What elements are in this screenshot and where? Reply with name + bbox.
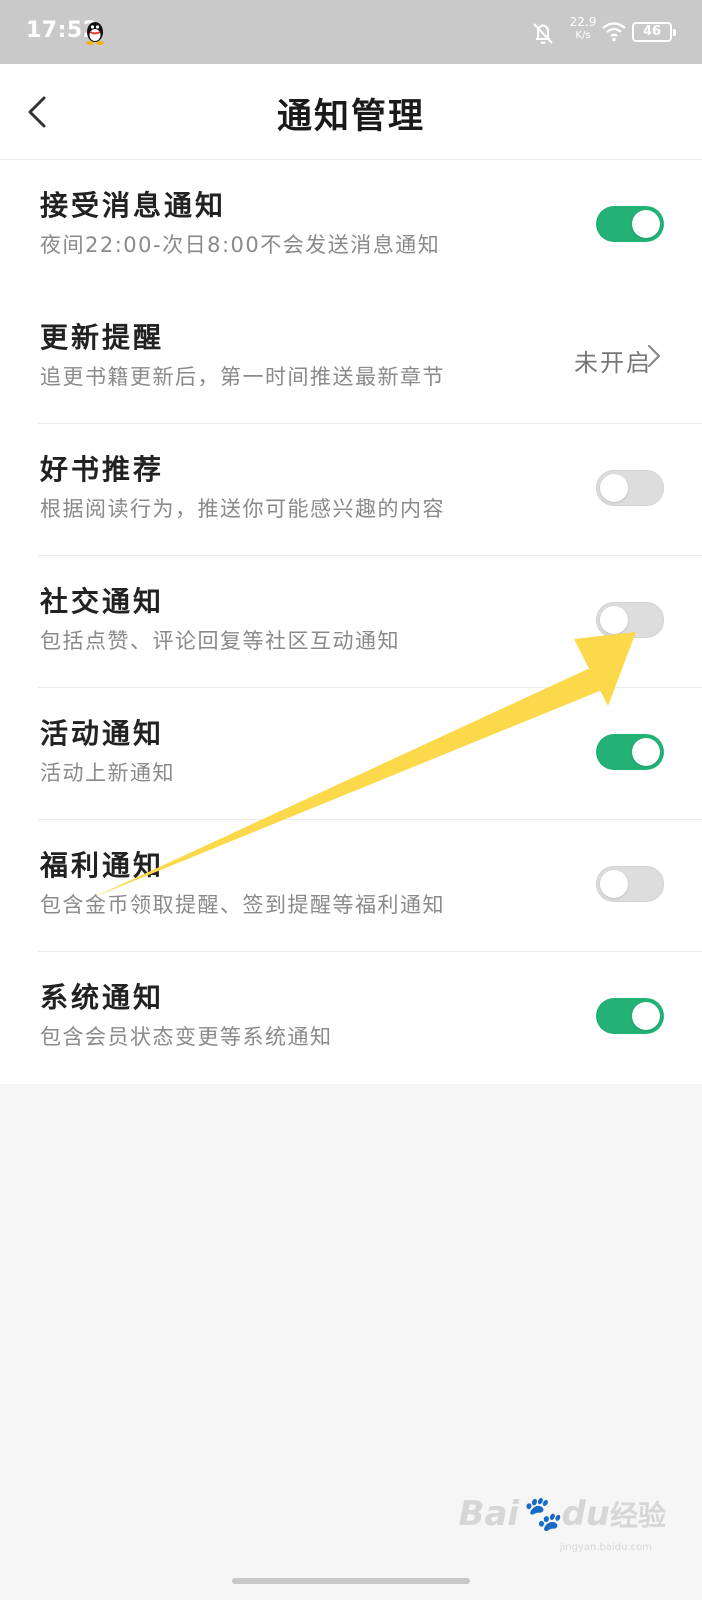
setting-label: 好书推荐 [40,453,165,486]
setting-description: 包含会员状态变更等系统通知 [40,1025,333,1049]
setting-label: 社交通知 [40,585,165,618]
setting-row-book-recommendations[interactable]: 好书推荐 根据阅读行为，推送你可能感兴趣的内容 [0,424,702,556]
setting-label: 接受消息通知 [40,189,227,222]
setting-description: 包括点赞、评论回复等社区互动通知 [40,629,400,653]
system-notifications-toggle[interactable] [596,998,664,1034]
watermark-brand: Bai [458,1494,520,1534]
setting-label: 系统通知 [40,981,165,1014]
setting-description: 根据阅读行为，推送你可能感兴趣的内容 [40,497,445,521]
book-recommendations-toggle[interactable] [596,470,664,506]
paw-icon: 🐾 [519,1494,562,1534]
setting-row-receive-messages[interactable]: 接受消息通知 夜间22:00-次日8:00不会发送消息通知 [0,160,702,292]
baidu-watermark: Bai🐾du经验 [459,1494,666,1534]
toggle-knob [600,870,628,898]
wifi-icon [602,22,626,42]
setting-description: 活动上新通知 [40,761,175,785]
watermark-cn: 经验 [609,1499,666,1532]
battery-icon: 46 [632,22,676,42]
page-title: 通知管理 [276,97,425,137]
setting-label: 更新提醒 [40,321,165,354]
setting-row-activity-notifications[interactable]: 活动通知 活动上新通知 [0,688,702,820]
toggle-knob [632,210,660,238]
setting-description: 追更书籍更新后，第一时间推送最新章节 [40,365,445,389]
social-notifications-toggle[interactable] [596,602,664,638]
section-notification-types: 更新提醒 追更书籍更新后，第一时间推送最新章节 未开启 好书推荐 根据阅读行为，… [0,292,702,1084]
benefit-notifications-toggle[interactable] [596,866,664,902]
watermark-url: jingyan.baidu.com [559,1542,652,1553]
setting-row-system-notifications[interactable]: 系统通知 包含会员状态变更等系统通知 [0,952,702,1084]
watermark-brand-suffix: du [561,1494,610,1534]
network-speed: 22.9 K/s [566,16,600,42]
setting-row-social-notifications[interactable]: 社交通知 包括点赞、评论回复等社区互动通知 [0,556,702,688]
toggle-knob [632,1002,660,1030]
top-app-bar: 通知管理 [0,64,702,160]
toggle-knob [600,474,628,502]
toggle-knob [632,738,660,766]
qq-icon [86,22,104,45]
home-indicator[interactable] [232,1578,470,1584]
bell-off-icon [533,23,553,44]
update-reminder-status: 未开启 [574,349,652,377]
setting-row-update-reminder[interactable]: 更新提醒 追更书籍更新后，第一时间推送最新章节 未开启 [0,292,702,424]
toggle-knob [600,606,628,634]
setting-description: 夜间22:00-次日8:00不会发送消息通知 [40,233,441,257]
receive-messages-toggle[interactable] [596,206,664,242]
setting-label: 活动通知 [40,717,165,750]
section-message-notification: 接受消息通知 夜间22:00-次日8:00不会发送消息通知 [0,160,702,292]
network-speed-unit: K/s [575,30,591,41]
status-bar: 17:52 22.9 K/s 46 [0,0,702,64]
network-speed-value: 22.9 [569,15,597,29]
activity-notifications-toggle[interactable] [596,734,664,770]
setting-description: 包含金币领取提醒、签到提醒等福利通知 [40,893,445,917]
setting-label: 福利通知 [40,849,165,882]
chevron-right-icon [647,344,661,368]
setting-row-benefit-notifications[interactable]: 福利通知 包含金币领取提醒、签到提醒等福利通知 [0,820,702,952]
